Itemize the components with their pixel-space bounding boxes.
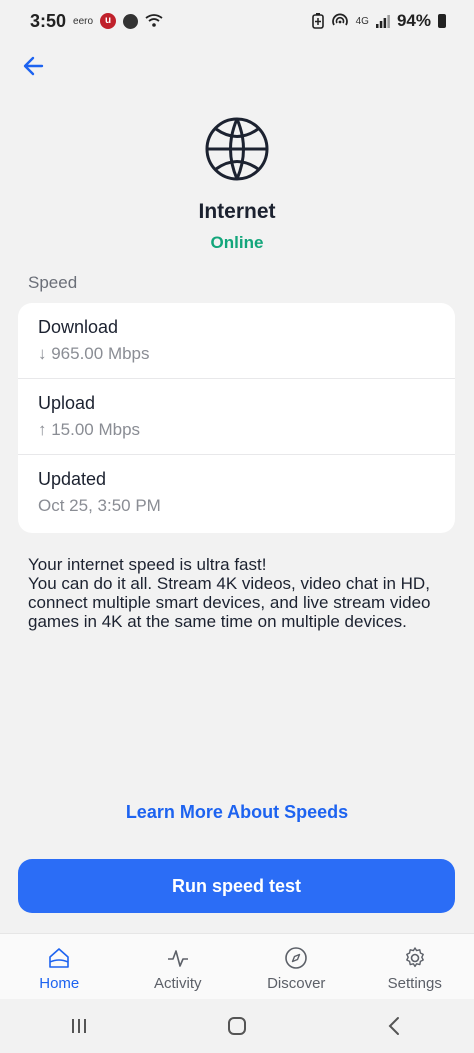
page-title: Internet: [198, 200, 276, 223]
notification-icon: [123, 13, 139, 29]
recent-apps-icon[interactable]: [67, 1014, 91, 1038]
hotspot-icon: [331, 13, 348, 26]
tab-settings-label: Settings: [387, 975, 442, 992]
tab-discover[interactable]: Discover: [237, 934, 356, 1000]
status-bar: 3:50 eero u 4G 94%: [0, 0, 474, 42]
battery-percent: 94%: [396, 11, 431, 30]
home-nav-icon[interactable]: [225, 1014, 249, 1038]
status-time: 3:50: [30, 10, 67, 31]
learn-more-link[interactable]: Learn More About Speeds: [0, 802, 474, 823]
run-speed-test-button[interactable]: Run speed test: [18, 859, 455, 913]
globe-icon: [205, 117, 269, 181]
tab-activity[interactable]: Activity: [119, 934, 238, 1000]
network-type: 4G: [355, 15, 369, 27]
upload-value: ↑ 15.00 Mbps: [38, 420, 141, 439]
tab-home-label: Home: [39, 975, 80, 992]
compass-icon: [285, 947, 308, 969]
tab-discover-label: Discover: [267, 975, 326, 992]
activity-icon: [167, 950, 188, 967]
gear-icon: [405, 947, 424, 968]
wifi-icon: [145, 14, 163, 27]
back-button[interactable]: [20, 52, 48, 80]
status-left: 3:50 eero u: [30, 11, 163, 32]
tab-activity-label: Activity: [153, 975, 202, 992]
app-notification-icon: u: [100, 13, 117, 29]
arrow-left-icon: [23, 56, 44, 76]
speed-description: Your internet speed is ultra fast! You c…: [28, 555, 448, 631]
battery-icon: [438, 14, 446, 28]
tab-home[interactable]: Home: [0, 934, 119, 1000]
tab-settings[interactable]: Settings: [356, 934, 474, 1000]
signal-icon: [375, 15, 390, 28]
home-icon: [49, 948, 70, 968]
description-headline: Your internet speed is ultra fast!: [28, 555, 267, 574]
back-nav-icon[interactable]: [383, 1014, 407, 1038]
upload-label: Upload: [38, 393, 96, 413]
updated-label: Updated: [38, 469, 107, 489]
description-body: You can do it all. Stream 4K videos, vid…: [28, 574, 431, 631]
battery-saver-icon: [311, 13, 324, 29]
upload-row: Upload ↑ 15.00 Mbps: [18, 379, 455, 455]
status-right: 4G 94%: [311, 11, 446, 31]
speed-card: Download ↓ 965.00 Mbps Upload ↑ 15.00 Mb…: [18, 303, 455, 533]
connection-status: Online: [210, 233, 264, 252]
updated-value: Oct 25, 3:50 PM: [38, 496, 161, 515]
bottom-tab-bar: Home Activity Discover Settings: [0, 933, 474, 1000]
download-value: ↓ 965.00 Mbps: [38, 344, 150, 363]
download-label: Download: [38, 317, 119, 337]
speed-section-label: Speed: [28, 273, 78, 292]
updated-row: Updated Oct 25, 3:50 PM: [18, 455, 455, 531]
carrier-label: eero: [73, 15, 94, 27]
download-row: Download ↓ 965.00 Mbps: [18, 303, 455, 379]
system-nav-bar: [0, 999, 474, 1053]
